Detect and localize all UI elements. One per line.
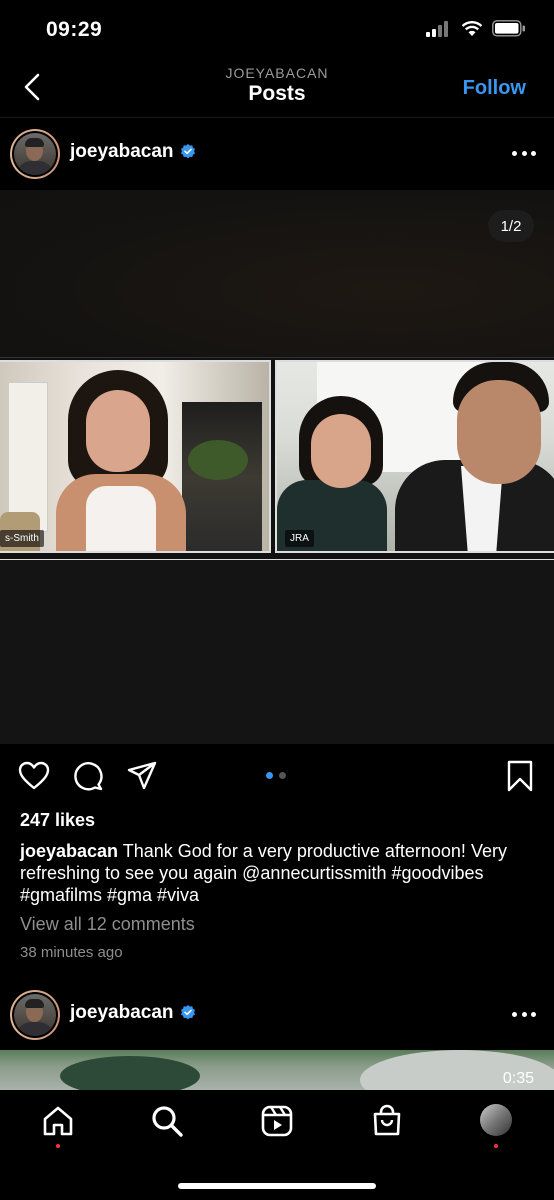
nav-header: JOEYABACAN Posts Follow <box>0 60 554 118</box>
video-call-tile-left: s-Smith <box>0 360 271 553</box>
bookmark-icon[interactable] <box>504 760 536 792</box>
status-icons <box>426 20 526 37</box>
username-label[interactable]: joeyabacan <box>70 1002 174 1024</box>
reels-icon[interactable] <box>260 1104 294 1138</box>
participant-label: s-Smith <box>0 530 44 547</box>
search-icon[interactable] <box>150 1104 184 1138</box>
post-username[interactable]: joeyabacan <box>70 1002 196 1024</box>
more-icon[interactable] <box>512 1002 536 1026</box>
participant-label: JRA <box>285 530 314 547</box>
carousel-dot <box>266 772 273 779</box>
home-icon[interactable] <box>41 1104 75 1138</box>
video-duration: 0:35 <box>502 1070 534 1087</box>
video-call-tile-right: JRA <box>275 360 554 553</box>
wifi-icon <box>461 20 483 36</box>
carousel-dots <box>266 772 286 779</box>
profile-avatar[interactable] <box>480 1104 512 1136</box>
post-header: joeyabacan <box>0 119 554 189</box>
post-video[interactable] <box>0 1050 554 1090</box>
signal-icon <box>426 20 448 37</box>
post-timestamp: 38 minutes ago <box>20 944 123 961</box>
post-header: joeyabacan <box>0 980 554 1050</box>
status-time: 09:29 <box>46 18 103 41</box>
comment-icon[interactable] <box>72 760 104 792</box>
status-bar: 09:29 <box>0 0 554 60</box>
media-counter: 1/2 <box>488 210 534 242</box>
verified-badge-icon <box>180 1005 195 1020</box>
media-dark-area <box>0 190 554 357</box>
view-comments-link[interactable]: View all 12 comments <box>20 914 195 935</box>
username-label[interactable]: joeyabacan <box>70 141 174 163</box>
carousel-dot <box>279 772 286 779</box>
more-icon[interactable] <box>512 141 536 165</box>
heart-icon[interactable] <box>18 760 50 792</box>
post-media[interactable]: s-Smith JRA 1/2 <box>0 190 554 744</box>
shop-icon[interactable] <box>370 1104 404 1138</box>
verified-badge-icon <box>180 144 195 159</box>
notification-dot <box>494 1144 498 1148</box>
caption-username[interactable]: joeyabacan <box>20 841 118 861</box>
post-username[interactable]: joeyabacan <box>70 141 196 163</box>
notification-dot <box>56 1144 60 1148</box>
post-actions <box>0 760 554 796</box>
follow-button[interactable]: Follow <box>463 77 526 100</box>
home-indicator <box>178 1183 376 1189</box>
avatar[interactable] <box>10 129 60 179</box>
likes-count[interactable]: 247 likes <box>20 810 95 831</box>
avatar[interactable] <box>10 990 60 1040</box>
send-icon[interactable] <box>126 760 158 792</box>
media-dark-area <box>0 560 554 744</box>
post-caption: joeyabacan Thank God for a very producti… <box>20 840 540 906</box>
battery-icon <box>492 20 525 37</box>
